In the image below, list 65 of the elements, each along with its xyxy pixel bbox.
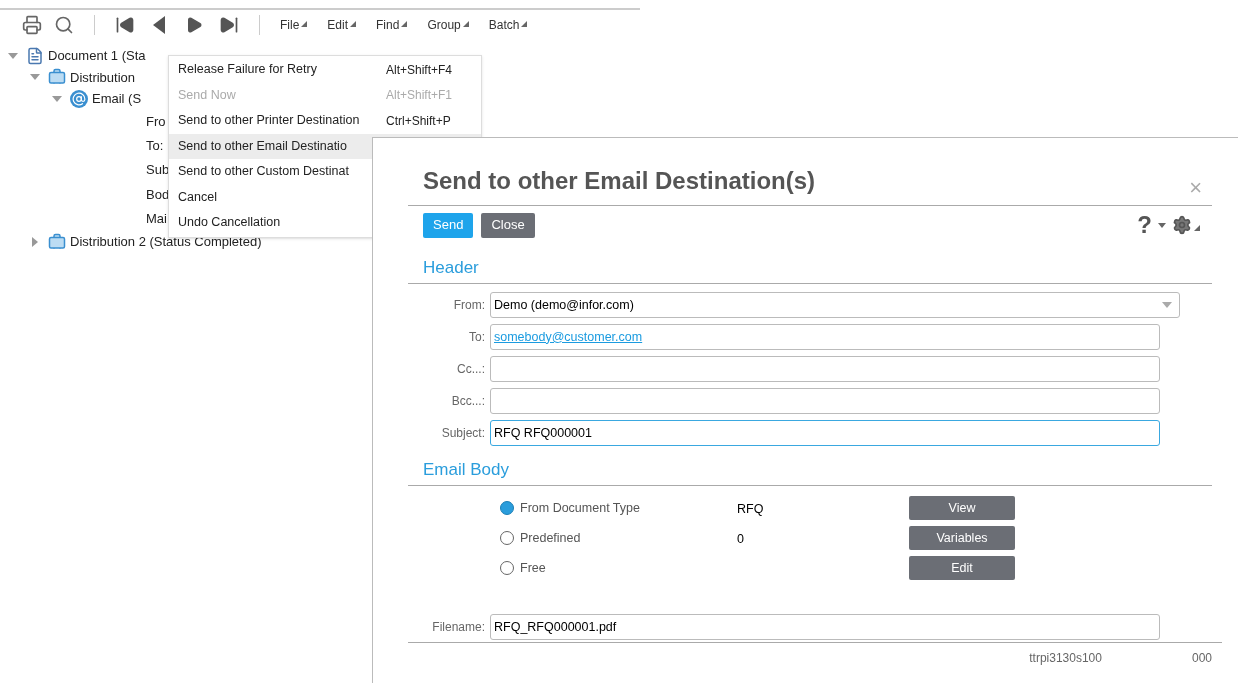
dialog-title: Send to other Email Destination(s) xyxy=(423,166,816,196)
caret-icon xyxy=(401,21,408,27)
previous-icon[interactable] xyxy=(153,16,167,34)
caret-icon xyxy=(350,21,357,27)
menu-button[interactable]: Edit xyxy=(327,16,349,34)
menu-button[interactable]: Group xyxy=(427,16,461,34)
collapsed-arrow-icon[interactable] xyxy=(30,236,40,247)
last-page-icon[interactable] xyxy=(219,15,239,35)
tree-item[interactable]: Email (S xyxy=(92,89,142,109)
field-label: To: xyxy=(468,329,486,346)
print-icon[interactable] xyxy=(22,15,42,35)
section-title: Email Body xyxy=(423,458,509,481)
expanded-arrow-icon[interactable] xyxy=(52,93,62,104)
status-text: 000 xyxy=(1191,650,1212,667)
caret-icon xyxy=(462,21,469,27)
tree-item[interactable]: Fro xyxy=(146,111,166,132)
tree-item[interactable]: Sub xyxy=(146,160,170,180)
document-icon xyxy=(26,46,44,65)
tree-item[interactable]: Document 1 (Sta xyxy=(48,46,146,66)
radio-button[interactable] xyxy=(500,531,514,545)
menu-button[interactable]: Batch xyxy=(488,16,520,34)
field-label: Subject: xyxy=(440,425,486,442)
tree-item[interactable]: Mai xyxy=(146,209,167,229)
field-label: Bcc...: xyxy=(450,393,486,410)
search-icon[interactable] xyxy=(54,15,74,35)
expanded-arrow-icon[interactable] xyxy=(8,50,18,61)
action-button[interactable]: Variables xyxy=(909,526,1015,550)
menu-button[interactable]: File xyxy=(280,16,300,34)
briefcase-icon xyxy=(48,232,66,251)
status-text: ttrpi3130s100 xyxy=(1029,650,1102,667)
caret-icon xyxy=(301,21,308,27)
first-page-icon[interactable] xyxy=(115,15,135,35)
input-field[interactable]: RFQ_RFQ000001.pdf xyxy=(490,614,1160,640)
radio-button[interactable] xyxy=(500,501,514,515)
caret-icon[interactable] xyxy=(1158,222,1166,228)
radio-button[interactable] xyxy=(500,561,514,575)
menu-item[interactable]: Send to other Printer Destination Ctrl+Shift+P xyxy=(169,108,481,134)
field-label: Cc...: xyxy=(456,361,486,378)
input-field[interactable] xyxy=(490,388,1160,414)
help-button[interactable]: ? xyxy=(1137,207,1152,243)
dropdown-field[interactable]: Demo (demo@infor.com) xyxy=(490,292,1180,318)
radio-label[interactable]: From Document Type xyxy=(520,498,640,518)
caret-icon xyxy=(1194,224,1200,231)
next-icon[interactable] xyxy=(185,16,203,34)
tree-item[interactable]: Distribution xyxy=(70,67,136,87)
section-title: Header xyxy=(423,256,479,279)
menu-button[interactable]: Find xyxy=(376,16,400,34)
option-value: RFQ xyxy=(737,502,764,516)
close-dialog-button[interactable]: Close xyxy=(481,212,535,238)
at-sign-icon xyxy=(70,89,88,108)
action-button[interactable]: View xyxy=(909,496,1015,520)
field-label: From: xyxy=(452,297,486,314)
action-button[interactable]: Edit xyxy=(909,556,1015,580)
field-label: Filename: xyxy=(431,619,486,636)
briefcase-icon xyxy=(48,68,66,87)
option-value: 0 xyxy=(737,532,744,546)
tree-item[interactable]: To: xyxy=(146,136,164,156)
menu-item[interactable]: Release Failure for Retry Alt+Shift+F4 xyxy=(169,57,481,83)
input-field[interactable]: RFQ RFQ000001 xyxy=(490,420,1160,446)
radio-label[interactable]: Free xyxy=(520,558,546,578)
tree-item[interactable]: Bod xyxy=(146,184,170,205)
radio-label[interactable]: Predefined xyxy=(520,528,581,548)
input-field[interactable] xyxy=(490,356,1160,382)
caret-icon xyxy=(521,21,528,27)
settings-icon[interactable] xyxy=(1172,215,1192,235)
